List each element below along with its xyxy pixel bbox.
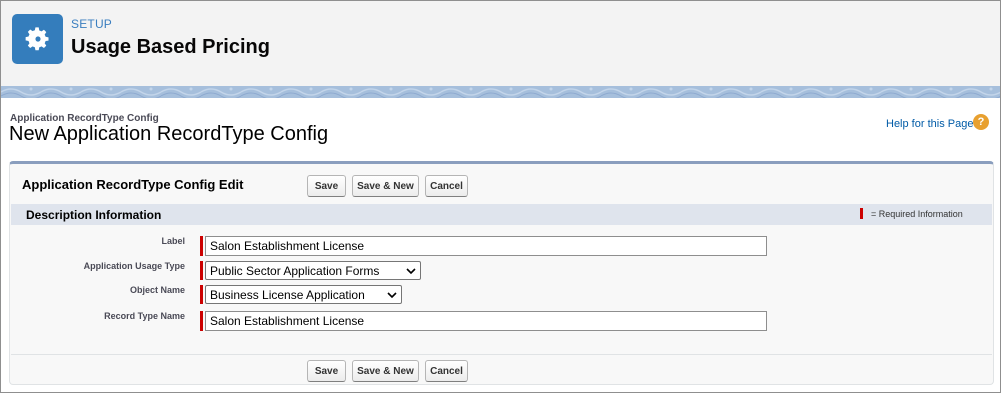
page-title: New Application RecordType Config: [9, 123, 329, 145]
required-marker: [200, 311, 203, 331]
save-new-button-bottom[interactable]: Save & New: [352, 360, 419, 382]
help-question-icon[interactable]: ?: [973, 114, 989, 130]
section-title: Description Information: [26, 208, 162, 222]
object-name-select[interactable]: Business License Application: [205, 285, 402, 304]
required-marker: [200, 285, 203, 304]
edit-block: Application RecordType Config Edit Save …: [9, 161, 994, 385]
record-type-name-field-label: Record Type Name: [104, 311, 185, 321]
save-button-bottom[interactable]: Save: [307, 360, 346, 382]
record-type-name-input[interactable]: [205, 311, 767, 331]
required-marker: [200, 236, 203, 256]
object-name-value: Business License Application: [210, 287, 365, 302]
object-name-field-label: Object Name: [129, 285, 185, 295]
setup-label: SETUP: [71, 17, 113, 31]
setup-title: Usage Based Pricing: [71, 36, 270, 58]
header-pattern: [1, 86, 1000, 98]
required-marker: [200, 261, 203, 280]
save-button-top[interactable]: Save: [307, 175, 346, 197]
save-new-button-top[interactable]: Save & New: [352, 175, 419, 197]
setup-header: SETUP Usage Based Pricing: [1, 1, 1000, 86]
chevron-down-icon: [387, 291, 397, 298]
usage-type-value: Public Sector Application Forms: [210, 263, 380, 278]
label-field-label: Label: [161, 236, 185, 246]
cancel-button-top[interactable]: Cancel: [425, 175, 468, 197]
usage-type-select[interactable]: Public Sector Application Forms: [205, 261, 421, 280]
section-header: Description Information = Required Infor…: [11, 204, 992, 225]
page-frame: SETUP Usage Based Pricing Application Re…: [0, 0, 1001, 393]
chevron-down-icon: [406, 267, 416, 274]
required-indicator: [860, 208, 863, 219]
label-input[interactable]: [205, 236, 767, 256]
edit-block-title: Application RecordType Config Edit: [22, 177, 244, 192]
cancel-button-bottom[interactable]: Cancel: [425, 360, 468, 382]
divider: [11, 354, 992, 355]
gear-icon: [12, 14, 63, 64]
required-legend: = Required Information: [871, 209, 963, 219]
help-link[interactable]: Help for this Page: [886, 118, 973, 130]
usage-type-field-label: Application Usage Type: [83, 261, 185, 271]
